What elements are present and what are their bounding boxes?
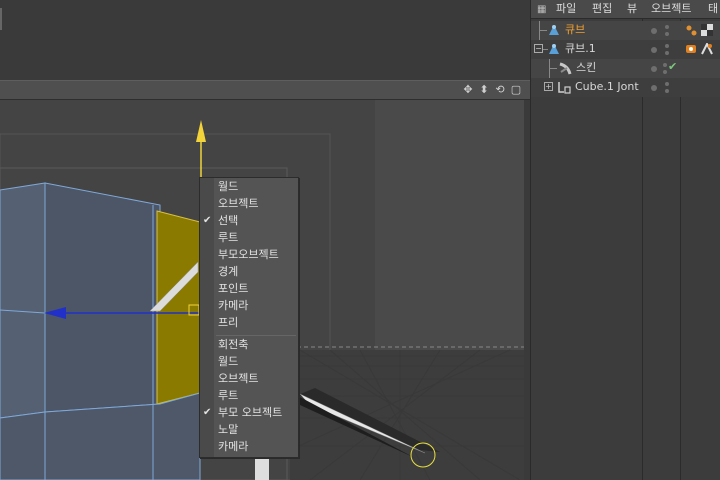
menu-item-rotation-axis[interactable]: 회전축 — [200, 336, 298, 353]
cube-object[interactable] — [0, 182, 201, 480]
menu-item-label: 루트 — [218, 389, 239, 402]
render-visibility-dot[interactable] — [665, 89, 669, 93]
visibility-dot[interactable] — [651, 28, 657, 34]
menu-tag[interactable]: 태 — [708, 0, 718, 19]
menu-item-label: 루트 — [218, 231, 239, 244]
move-icon[interactable]: ✥ — [462, 84, 474, 96]
expand-icon[interactable]: + — [544, 82, 553, 91]
menu-item-label: 프리 — [218, 316, 239, 329]
menu-item-selection[interactable]: ✔ 선택 — [200, 212, 298, 229]
ik-tag-icon[interactable] — [701, 43, 713, 55]
menu-item-root[interactable]: 루트 — [200, 229, 298, 246]
joint-stem — [255, 458, 269, 480]
viewport-header: ✥ ⬍ ⟲ ▢ — [0, 80, 530, 100]
object-name[interactable]: 스킨 — [576, 59, 596, 78]
object-row-cube-1-joint[interactable]: + Cube.1 Jont — [531, 78, 720, 97]
viewport-top-area — [0, 0, 530, 80]
render-visibility-dot[interactable] — [665, 32, 669, 36]
menu-item-label: 노말 — [218, 423, 239, 436]
menu-item-points[interactable]: 포인트 — [200, 280, 298, 297]
visibility-dot[interactable] — [651, 66, 657, 72]
panel-edge-mark — [0, 8, 2, 30]
object-row-cube[interactable]: 큐브 — [531, 21, 720, 40]
menu-item-label: 오브젝트 — [218, 197, 259, 210]
visibility-dot[interactable] — [651, 47, 657, 53]
menu-item-parent-object[interactable]: 부모오브젝트 — [200, 246, 298, 263]
check-icon: ✔ — [203, 215, 212, 226]
menu-item-parent-object-2[interactable]: ✔ 부모 오브젝트 — [200, 404, 298, 421]
render-visibility-dot[interactable] — [665, 51, 669, 55]
menu-item-root-2[interactable]: 루트 — [200, 387, 298, 404]
menu-item-object-2[interactable]: 오브젝트 — [200, 370, 298, 387]
menu-item-bounds[interactable]: 경계 — [200, 263, 298, 280]
editor-visibility-dot[interactable] — [665, 44, 669, 48]
bone-joint-icon — [549, 44, 559, 54]
object-row-skin[interactable]: 스킨 ✔ — [531, 59, 720, 78]
menu-item-label: 카메라 — [218, 440, 249, 453]
joint-hierarchy-icon — [558, 82, 571, 94]
menu-item-label: 회전축 — [218, 338, 249, 351]
pan-icon[interactable]: ⬍ — [478, 84, 490, 96]
menu-edit[interactable]: 편집 — [592, 0, 612, 19]
menu-item-object[interactable]: 오브젝트 — [200, 195, 298, 212]
axis-context-menu: 월드 오브젝트 ✔ 선택 루트 부모오브젝트 경계 포인트 카메라 프리 회전축 … — [199, 177, 299, 458]
grid-icon[interactable]: ▦ — [537, 4, 548, 15]
menu-item-label: 부모오브젝트 — [218, 248, 279, 261]
menu-file[interactable]: 파일 — [556, 0, 576, 19]
display-tag-icon[interactable] — [685, 43, 697, 55]
menu-item-camera[interactable]: 카메라 — [200, 297, 298, 314]
object-manager-menubar: ▦ 파일 편집 뷰 오브젝트 태 — [531, 0, 720, 19]
menu-item-label: 월드 — [218, 180, 239, 193]
object-manager-panel: ▦ 파일 편집 뷰 오브젝트 태 큐브 − 큐브.1 스킨 ✔ + Cube.1… — [530, 0, 720, 480]
menu-item-label: 선택 — [218, 214, 239, 227]
menu-item-label: 경계 — [218, 265, 239, 278]
object-name[interactable]: Cube.1 Jont — [575, 78, 639, 97]
menu-item-world-2[interactable]: 월드 — [200, 353, 298, 370]
enabled-check-icon[interactable]: ✔ — [668, 60, 677, 73]
menu-item-free[interactable]: 프리 — [200, 314, 298, 331]
editor-visibility-dot[interactable] — [665, 82, 669, 86]
tree-line — [539, 30, 547, 31]
editor-visibility-dot[interactable] — [663, 63, 667, 67]
object-name[interactable]: 큐브.1 — [565, 40, 596, 59]
tree-line — [549, 68, 557, 69]
collapse-icon[interactable]: − — [534, 44, 543, 53]
object-name[interactable]: 큐브 — [565, 21, 585, 40]
menu-item-label: 포인트 — [218, 282, 249, 295]
menu-item-camera-2[interactable]: 카메라 — [200, 438, 298, 455]
menu-view[interactable]: 뷰 — [627, 0, 637, 19]
skin-deformer-icon — [559, 62, 572, 75]
bone-joint-icon — [549, 25, 559, 35]
viewport[interactable]: ✥ ⬍ ⟲ ▢ 월드 오브젝트 ✔ 선택 루트 부모오브젝트 경계 포인트 카메… — [0, 0, 530, 480]
rotate-icon[interactable]: ⟲ — [494, 84, 506, 96]
menu-item-world[interactable]: 월드 — [200, 178, 298, 195]
check-icon: ✔ — [203, 407, 212, 418]
menu-item-label: 월드 — [218, 355, 239, 368]
menu-item-normal[interactable]: 노말 — [200, 421, 298, 438]
checker-tag-icon[interactable] — [701, 24, 713, 36]
render-visibility-dot[interactable] — [663, 70, 667, 74]
menu-item-label: 오브젝트 — [218, 372, 259, 385]
object-row-cube-1[interactable]: − 큐브.1 — [531, 40, 720, 59]
visibility-dot[interactable] — [651, 85, 657, 91]
editor-visibility-dot[interactable] — [665, 25, 669, 29]
weight-tag-icon[interactable] — [685, 24, 697, 36]
menu-object[interactable]: 오브젝트 — [651, 0, 691, 19]
menu-item-label: 카메라 — [218, 299, 249, 312]
maximize-icon[interactable]: ▢ — [510, 84, 522, 96]
menu-item-label: 부모 오브젝트 — [218, 406, 283, 419]
